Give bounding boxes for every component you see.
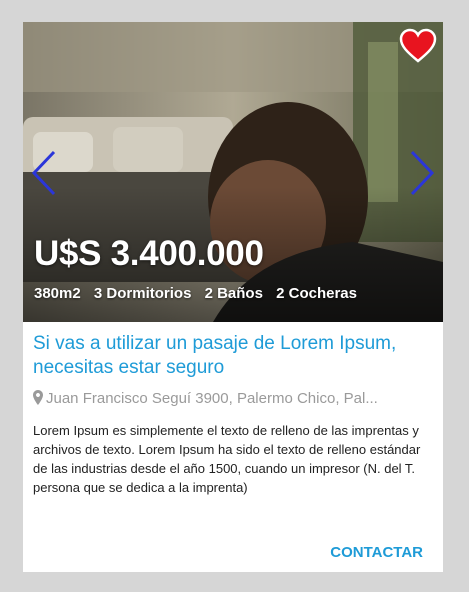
feature-bedrooms: 3 Dormitorios <box>93 285 192 302</box>
property-photo[interactable]: U$S 3.400.000 380m2 3 Dormitorios 2 Baño… <box>23 22 443 322</box>
listing-title[interactable]: Si vas a utilizar un pasaje de Lorem Ips… <box>33 332 433 380</box>
photo-image <box>23 22 443 322</box>
contact-button[interactable]: CONTACTAR <box>330 544 423 561</box>
listing-description: Lorem Ipsum es simplemente el texto de r… <box>33 423 421 495</box>
feature-bathrooms: 2 Baños <box>204 285 263 302</box>
carousel-next-button[interactable] <box>409 150 435 196</box>
feature-area: 380m2 <box>34 285 81 302</box>
map-pin-icon <box>33 390 43 405</box>
address-text: Juan Francisco Seguí 3900, Palermo Chico… <box>46 390 378 407</box>
chevron-left-icon <box>31 150 56 196</box>
heart-icon <box>399 28 437 63</box>
carousel-prev-button[interactable] <box>31 150 57 196</box>
price: U$S 3.400.000 <box>34 234 264 273</box>
favorite-button[interactable] <box>399 28 437 64</box>
property-card: U$S 3.400.000 380m2 3 Dormitorios 2 Baño… <box>23 22 443 572</box>
address: Juan Francisco Seguí 3900, Palermo Chico… <box>33 390 433 407</box>
feature-garages: 2 Cocheras <box>276 285 357 302</box>
features-list: 380m2 3 Dormitorios 2 Baños 2 Cocheras <box>34 285 366 302</box>
chevron-right-icon <box>410 150 435 196</box>
